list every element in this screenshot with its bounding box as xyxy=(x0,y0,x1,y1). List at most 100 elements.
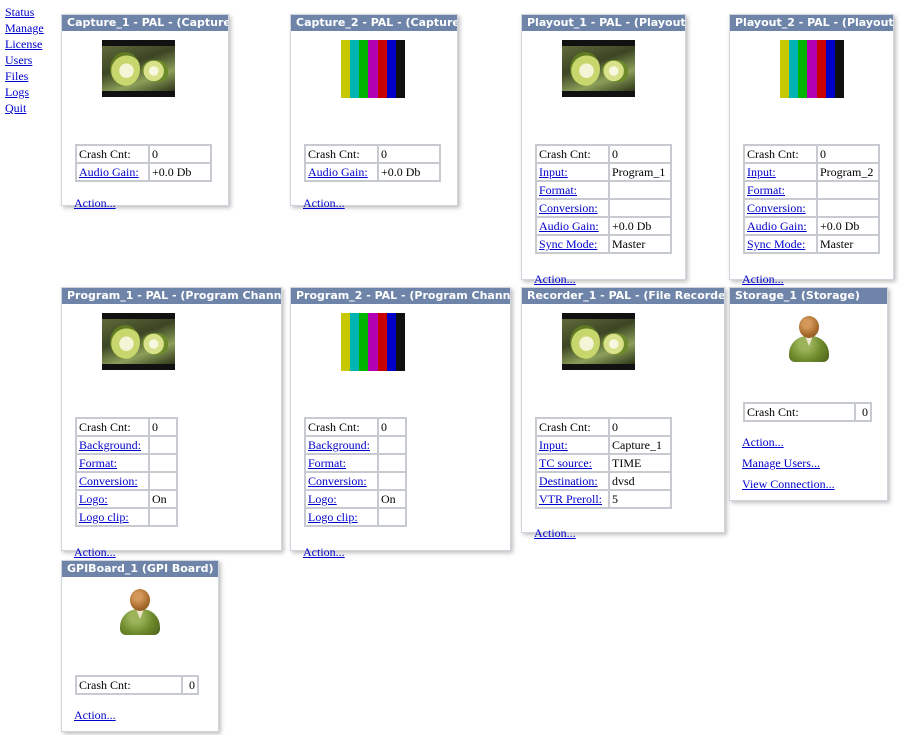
color-bar xyxy=(789,40,799,98)
device-panel: GPIBoard_1 (GPI Board) Crash Cnt: 0 Action.… xyxy=(61,560,219,732)
color-bar xyxy=(350,313,360,371)
property-value xyxy=(149,508,177,526)
property-row: Background: xyxy=(305,436,406,454)
nav-license-link[interactable]: License xyxy=(5,36,44,52)
property-label: Crash Cnt: xyxy=(79,678,131,692)
video-thumbnail xyxy=(562,40,635,97)
color-bar xyxy=(368,40,378,98)
property-label-cell: Crash Cnt: xyxy=(76,418,149,436)
property-link[interactable]: Audio Gain: xyxy=(308,165,368,179)
property-row: Conversion: xyxy=(536,199,671,217)
nav-logs-link[interactable]: Logs xyxy=(5,84,44,100)
action-link[interactable]: Action... xyxy=(742,435,784,450)
property-link[interactable]: Format: xyxy=(747,183,785,197)
property-link[interactable]: Audio Gain: xyxy=(539,219,599,233)
property-link[interactable]: Background: xyxy=(79,438,141,452)
device-panel: Storage_1 (Storage) Crash Cnt: 0 Action... M… xyxy=(729,287,888,501)
property-link[interactable]: Format: xyxy=(539,183,577,197)
action-link[interactable]: Action... xyxy=(74,545,116,560)
nav-status-link[interactable]: Status xyxy=(5,4,44,20)
property-label-cell: Crash Cnt: xyxy=(76,676,182,694)
action-link[interactable]: Action... xyxy=(74,708,116,723)
property-value xyxy=(149,454,177,472)
nav-users-link[interactable]: Users xyxy=(5,52,44,68)
property-link[interactable]: Format: xyxy=(79,456,117,470)
property-value: Master xyxy=(609,235,671,253)
color-bar xyxy=(341,313,351,371)
property-link[interactable]: Destination: xyxy=(539,474,598,488)
properties-table: Crash Cnt: 0 xyxy=(75,675,199,695)
fruit-image xyxy=(602,333,628,355)
fruit-image xyxy=(142,60,168,82)
property-row: Crash Cnt: 0 xyxy=(76,676,198,694)
view-connection-link[interactable]: View Connection... xyxy=(742,477,835,492)
property-row: Crash Cnt: 0 xyxy=(305,418,406,436)
video-thumbnail xyxy=(102,313,175,370)
property-row: Input: Program_1 xyxy=(536,163,671,181)
property-value xyxy=(609,181,671,199)
panel-title: Playout_1 - PAL - (Playout) xyxy=(522,15,685,31)
property-label-cell: Conversion: xyxy=(76,472,149,490)
property-link[interactable]: Input: xyxy=(539,438,568,452)
property-link[interactable]: Conversion: xyxy=(308,474,367,488)
property-value: 0 xyxy=(855,403,871,421)
property-link[interactable]: Format: xyxy=(308,456,346,470)
color-bars-thumbnail xyxy=(341,40,405,98)
property-link[interactable]: Conversion: xyxy=(539,201,598,215)
property-label-cell: Conversion: xyxy=(536,199,609,217)
property-link[interactable]: Logo clip: xyxy=(79,510,129,524)
property-link[interactable]: Audio Gain: xyxy=(79,165,139,179)
property-row: Sync Mode: Master xyxy=(536,235,671,253)
property-row: Crash Cnt: 0 xyxy=(744,403,871,421)
manage-users-link[interactable]: Manage Users... xyxy=(742,456,820,471)
action-link[interactable]: Action... xyxy=(303,196,345,211)
property-label: Crash Cnt: xyxy=(308,420,360,434)
property-link[interactable]: Input: xyxy=(747,165,776,179)
action-link[interactable]: Action... xyxy=(534,272,576,287)
property-label-cell: Logo clip: xyxy=(305,508,378,526)
action-link[interactable]: Action... xyxy=(74,196,116,211)
fruit-image xyxy=(570,325,600,359)
color-bar xyxy=(780,40,790,98)
property-value: 0 xyxy=(817,145,879,163)
property-link[interactable]: Conversion: xyxy=(747,201,806,215)
property-value: On xyxy=(378,490,406,508)
property-label-cell: Crash Cnt: xyxy=(744,145,817,163)
property-link[interactable]: TC source: xyxy=(539,456,592,470)
action-link[interactable]: Action... xyxy=(742,272,784,287)
property-row: Crash Cnt: 0 xyxy=(76,418,177,436)
nav-manage-link[interactable]: Manage xyxy=(5,20,44,36)
color-bar xyxy=(377,40,387,98)
action-link[interactable]: Action... xyxy=(303,545,345,560)
property-label-cell: Crash Cnt: xyxy=(536,418,609,436)
property-row: Destination: dvsd xyxy=(536,472,671,490)
property-link[interactable]: Sync Mode: xyxy=(747,237,805,251)
properties-table: Crash Cnt: 0 Background: Format: Conversion:… xyxy=(304,417,407,527)
property-link[interactable]: Input: xyxy=(539,165,568,179)
property-link[interactable]: VTR Preroll: xyxy=(539,492,602,506)
user-icon-head xyxy=(130,589,150,611)
property-link[interactable]: Background: xyxy=(308,438,370,452)
user-icon xyxy=(120,589,160,635)
property-label-cell: Audio Gain: xyxy=(744,217,817,235)
color-bar xyxy=(825,40,835,98)
property-label-cell: Destination: xyxy=(536,472,609,490)
property-link[interactable]: Audio Gain: xyxy=(747,219,807,233)
panel-title: Capture_1 - PAL - (Capture) xyxy=(62,15,228,31)
properties-table: Crash Cnt: 0 xyxy=(743,402,872,422)
property-link[interactable]: Logo clip: xyxy=(308,510,358,524)
panel-title: Program_2 - PAL - (Program Channel) xyxy=(291,288,510,304)
property-value: +0.0 Db xyxy=(817,217,879,235)
property-row: Logo clip: xyxy=(305,508,406,526)
action-link[interactable]: Action... xyxy=(534,526,576,541)
property-value: On xyxy=(149,490,177,508)
property-link[interactable]: Conversion: xyxy=(79,474,138,488)
nav-quit-link[interactable]: Quit xyxy=(5,100,44,116)
property-label: Crash Cnt: xyxy=(308,147,360,161)
property-link[interactable]: Logo: xyxy=(79,492,108,506)
property-link[interactable]: Logo: xyxy=(308,492,337,506)
color-bars-thumbnail xyxy=(780,40,844,98)
property-label-cell: Conversion: xyxy=(744,199,817,217)
property-link[interactable]: Sync Mode: xyxy=(539,237,597,251)
nav-files-link[interactable]: Files xyxy=(5,68,44,84)
